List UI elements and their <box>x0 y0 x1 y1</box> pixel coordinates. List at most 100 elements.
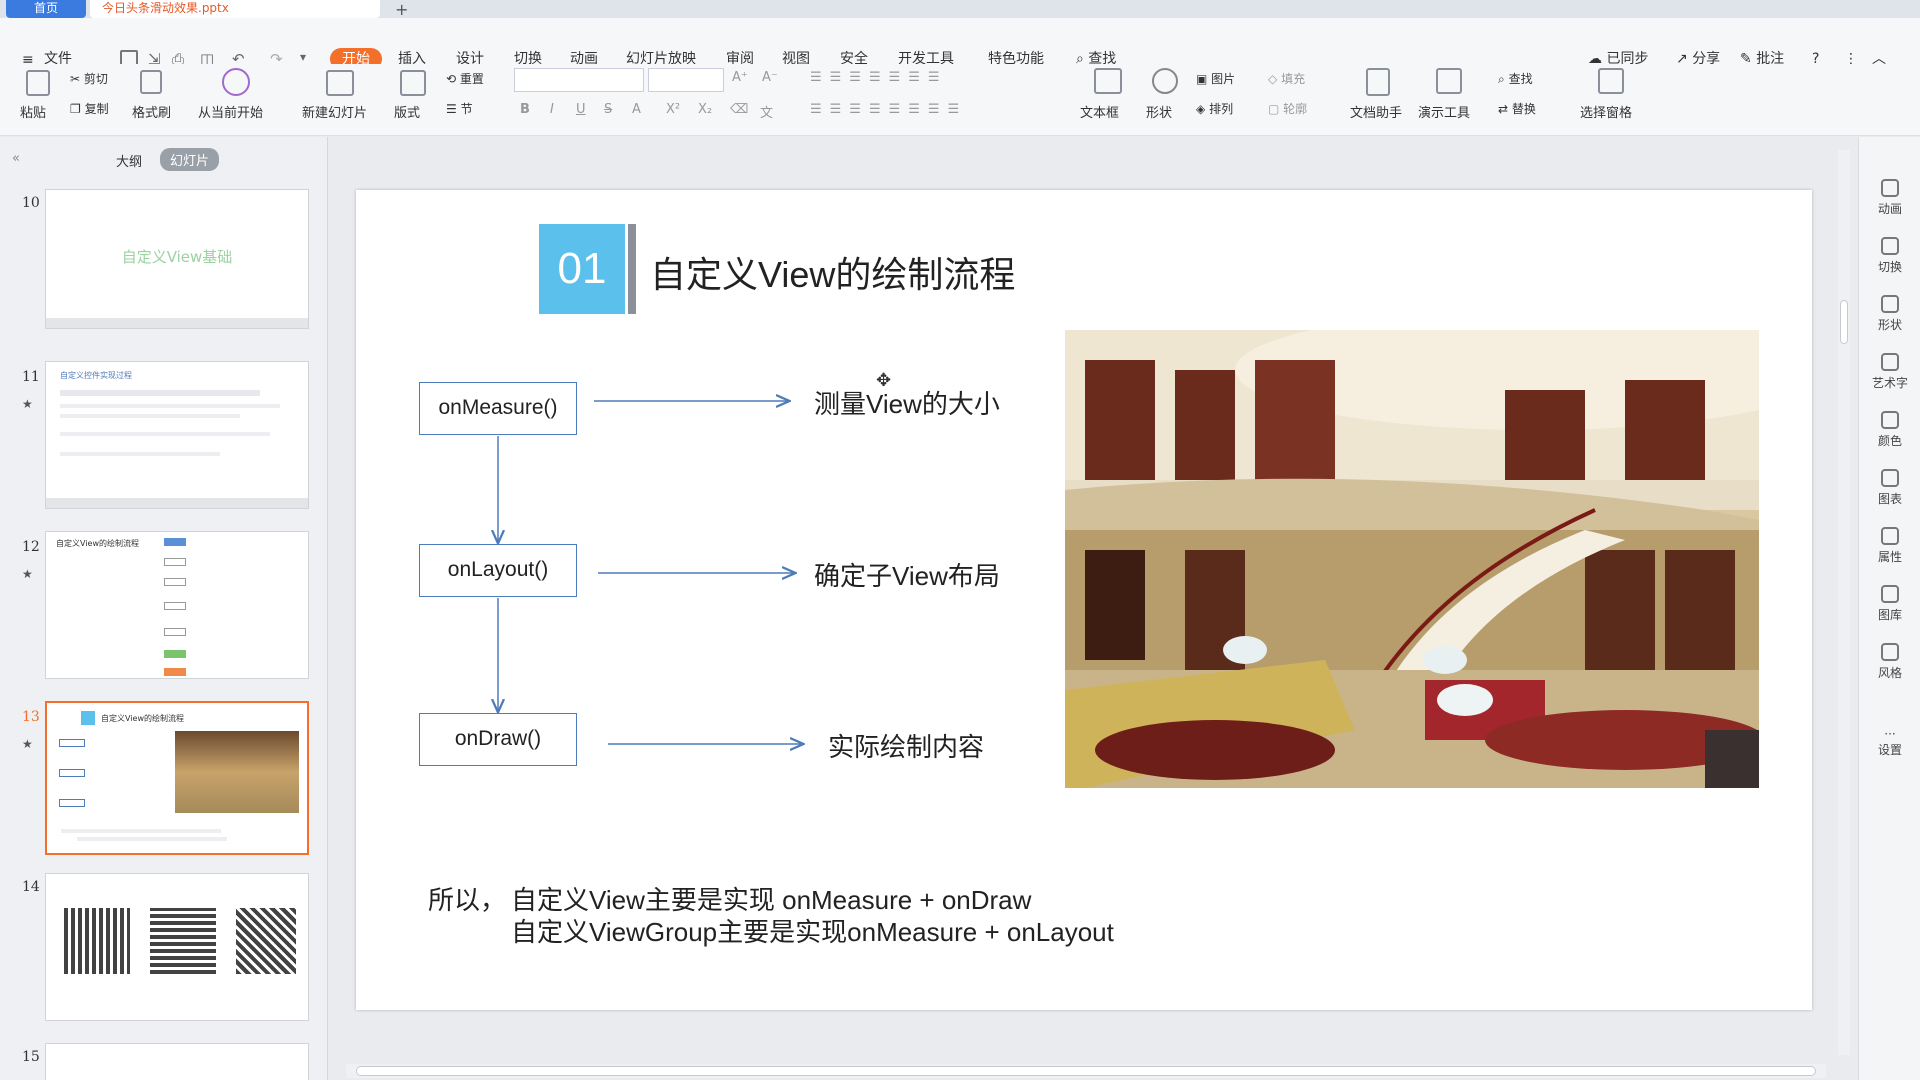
desc-measure: 测量View的大小 <box>814 389 1000 419</box>
scrollbar-thumb[interactable] <box>1840 300 1848 344</box>
picture-button[interactable]: ▣ 图片 <box>1196 70 1235 87</box>
align-icons[interactable]: ☰☰☰☰☰☰☰☰ <box>810 102 967 117</box>
copy-button[interactable]: ❐ 复制 <box>70 100 109 117</box>
layout-icon[interactable] <box>400 70 426 96</box>
new-tab-plus-icon[interactable]: + <box>395 0 408 19</box>
slide-thumbnail-15[interactable] <box>45 1043 309 1080</box>
tool-settings[interactable]: ··· 设置 <box>1859 727 1920 758</box>
paste-icon[interactable] <box>26 70 50 96</box>
replace-button[interactable]: ⇄ 替换 <box>1498 100 1536 117</box>
font-family-select[interactable] <box>514 68 644 92</box>
scissors-icon: ✂ <box>70 72 81 86</box>
doc-helper-icon[interactable] <box>1366 68 1390 96</box>
tool-color[interactable]: 颜色 <box>1859 411 1920 449</box>
thumbnail-title: 自定义View的绘制流程 <box>101 714 184 723</box>
cut-button[interactable]: ✂ 剪切 <box>70 70 108 87</box>
tab-slides[interactable]: 幻灯片 <box>160 148 220 171</box>
selection-pane-button[interactable]: 选择窗格 <box>1580 102 1632 121</box>
menu-bar: ≡ 文件 ⇲ ⎙ ◫ ↶ ↷ ▾ 开始 插入 设计 切换 动画 幻灯片放映 审阅… <box>0 18 1920 70</box>
tool-property[interactable]: 属性 <box>1859 527 1920 565</box>
selection-pane-icon[interactable] <box>1598 68 1624 94</box>
layout-button[interactable]: 版式 <box>394 102 420 121</box>
font-color-icon[interactable]: A <box>632 102 641 117</box>
horizontal-scrollbar[interactable] <box>346 1064 1826 1078</box>
textbox-button[interactable]: 文本框 <box>1080 102 1119 121</box>
new-slide-button[interactable]: 新建幻灯片 <box>302 102 367 121</box>
font-size-select[interactable] <box>648 68 724 92</box>
desc-draw: 实际绘制内容 <box>828 732 985 762</box>
tool-gallery[interactable]: 图库 <box>1859 585 1920 623</box>
presentation-tool-icon[interactable] <box>1436 68 1462 94</box>
thumbnail-node <box>164 538 186 546</box>
tool-chart[interactable]: 图表 <box>1859 469 1920 507</box>
present-tool-button[interactable]: 演示工具 <box>1418 102 1470 121</box>
slide-number: 12 <box>22 539 40 555</box>
tool-transition[interactable]: 切换 <box>1859 237 1920 275</box>
layers-icon: ◈ <box>1196 102 1206 116</box>
scrollbar-thumb[interactable] <box>356 1066 1816 1076</box>
copy-icon: ❐ <box>70 102 81 116</box>
slide-thumbnail-11[interactable]: 自定义控件实现过程 <box>45 361 309 509</box>
tool-wordart[interactable]: 艺术字 <box>1859 353 1920 391</box>
thumbnail-line <box>60 390 260 396</box>
thumbnail-line <box>60 404 280 408</box>
tool-style[interactable]: 风格 <box>1859 643 1920 681</box>
quick-access-dropdown-icon[interactable]: ▾ <box>300 50 306 64</box>
tab-outline[interactable]: 大纲 <box>116 151 142 170</box>
subscript-icon[interactable]: X₂ <box>698 102 712 117</box>
thumbnail-node <box>164 602 186 610</box>
move-cursor-icon: ✥ <box>876 370 892 391</box>
arrange-button[interactable]: ◈ 排列 <box>1196 100 1233 117</box>
textbox-icon[interactable] <box>1094 68 1122 94</box>
new-slide-icon[interactable] <box>326 70 354 96</box>
interior-photo[interactable] <box>1065 330 1759 788</box>
format-painter-button[interactable]: 格式刷 <box>132 102 171 121</box>
slide-thumbnail-12[interactable]: 自定义View的绘制流程 <box>45 531 309 679</box>
superscript-icon[interactable]: X² <box>666 102 680 117</box>
interior-photo-drawing <box>1065 330 1759 788</box>
picture-label: 图片 <box>1211 72 1236 86</box>
eraser-icon[interactable]: ⌫ <box>730 102 748 117</box>
tab-document[interactable]: 今日头条滑动效果.pptx <box>90 0 380 18</box>
tool-shape[interactable]: 形状 <box>1859 295 1920 333</box>
tool-label: 切换 <box>1877 260 1902 274</box>
underline-icon[interactable]: U <box>576 102 586 117</box>
play-icon[interactable] <box>222 68 250 96</box>
animation-icon <box>1881 179 1899 197</box>
format-painter-icon[interactable] <box>140 70 162 94</box>
strikethrough-icon[interactable]: S <box>604 102 612 117</box>
font-decrease-icon[interactable]: A⁻ <box>762 70 778 85</box>
slide-thumbnail-10[interactable]: 自定义View基础 <box>45 189 309 329</box>
slide-number: 13 <box>22 709 40 725</box>
wordart-icon <box>1881 353 1899 371</box>
slide-number: 14 <box>22 879 40 895</box>
italic-icon[interactable]: I <box>550 102 554 117</box>
tab-home[interactable]: 首页 <box>6 0 86 18</box>
tool-animation[interactable]: 动画 <box>1859 179 1920 217</box>
list-icons[interactable]: ☰☰☰☰☰☰☰ <box>810 70 948 85</box>
outline-button[interactable]: ▢ 轮廓 <box>1268 100 1307 117</box>
chart-icon <box>1881 469 1899 487</box>
section-button[interactable]: ☰ 节 <box>446 100 473 117</box>
bold-icon[interactable]: B <box>520 102 530 117</box>
slide-panel: « 大纲 幻灯片 10 自定义View基础 11 ★ 自定义控件实现过程 12 … <box>0 137 328 1080</box>
vertical-scrollbar[interactable] <box>1838 150 1850 1055</box>
slide-canvas[interactable]: 01 自定义View的绘制流程 onMeasure() onLayout() o… <box>356 190 1812 1010</box>
font-increase-icon[interactable]: A⁺ <box>732 70 748 85</box>
phonetic-icon[interactable]: 文 <box>760 102 773 121</box>
from-current-button[interactable]: 从当前开始 <box>198 102 263 121</box>
shape-button[interactable]: 形状 <box>1146 102 1172 121</box>
slide-thumbnail-13-selected[interactable]: 自定义View的绘制流程 <box>45 701 309 855</box>
tool-label: 艺术字 <box>1871 376 1908 390</box>
qr-code-image <box>236 908 296 974</box>
section-icon: ☰ <box>446 102 457 116</box>
star-icon: ★ <box>22 737 33 751</box>
collapse-panel-icon[interactable]: « <box>12 151 20 166</box>
doc-helper-button[interactable]: 文档助手 <box>1350 102 1402 121</box>
reset-button[interactable]: ⟲ 重置 <box>446 70 484 87</box>
shape-icon[interactable] <box>1152 68 1178 94</box>
find-button[interactable]: ⌕ 查找 <box>1498 70 1533 87</box>
fill-button[interactable]: ◇ 填充 <box>1268 70 1305 87</box>
slide-thumbnail-14[interactable] <box>45 873 309 1021</box>
paste-button[interactable]: 粘贴 <box>20 102 46 121</box>
